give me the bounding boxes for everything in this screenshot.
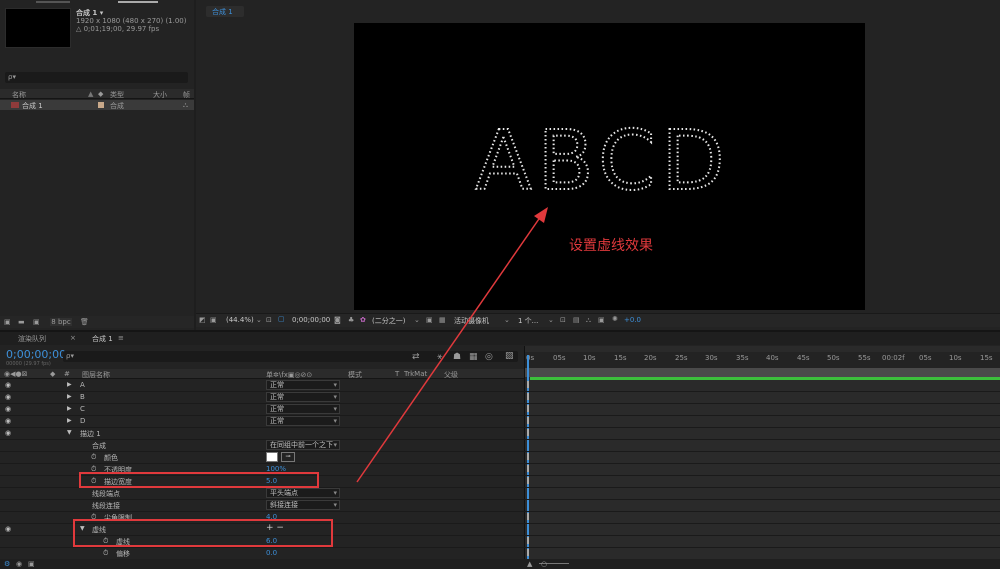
annotation-arrow	[356, 207, 548, 483]
zoom-out-icon[interactable]: ▲	[527, 560, 532, 568]
zoom-slider-handle[interactable]: ○	[541, 560, 547, 568]
toggle-time-icon[interactable]: ▣	[28, 560, 35, 568]
toggle-switches-icon[interactable]: ⚙	[4, 560, 10, 568]
toggle-modes-icon[interactable]: ◉	[16, 560, 22, 568]
timeline-bottom-bar: ⚙ ◉ ▣ ▲ ○	[0, 559, 1000, 569]
